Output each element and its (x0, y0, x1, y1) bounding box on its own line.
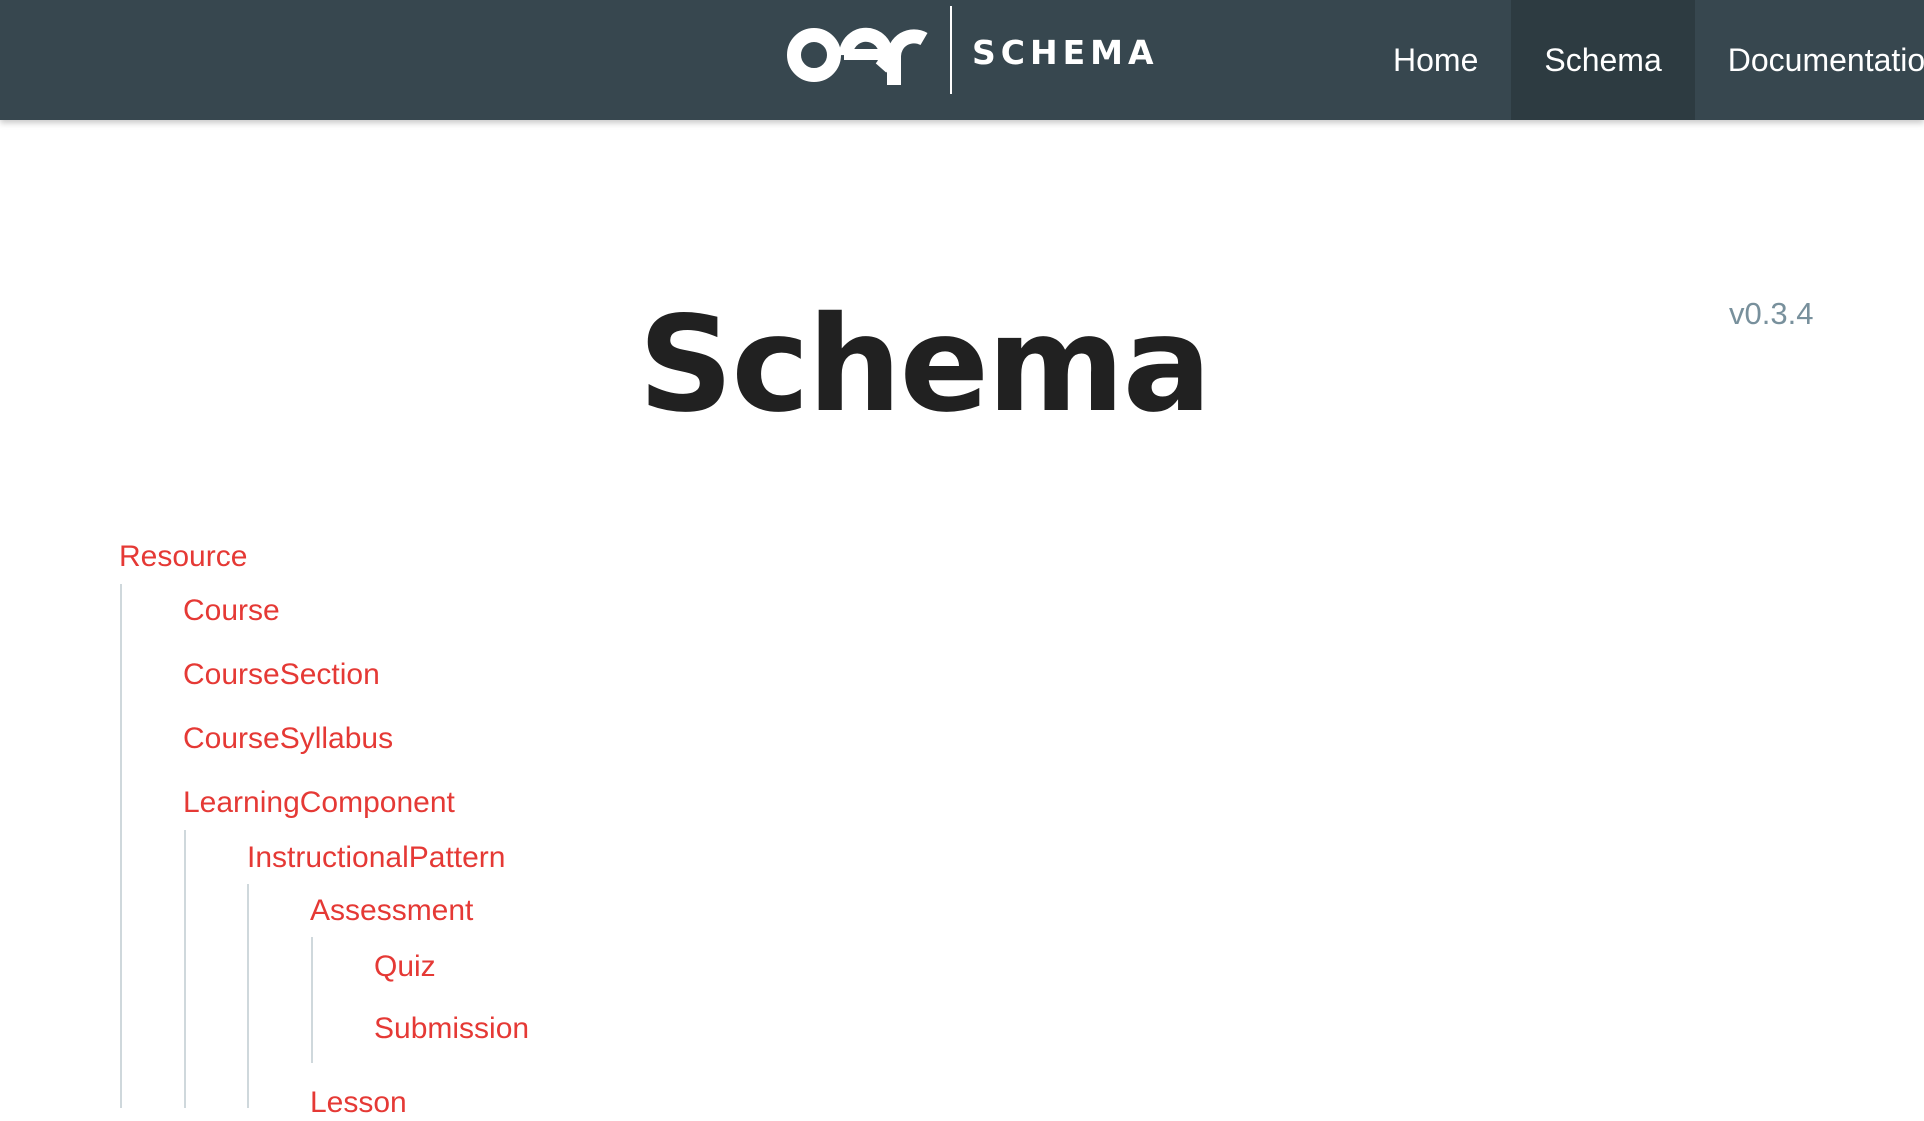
tree-item-coursesection[interactable]: CourseSection (183, 657, 380, 693)
tree-item-learningcomponent[interactable]: LearningComponent (183, 785, 455, 821)
tree-item-lesson[interactable]: Lesson (310, 1085, 407, 1121)
tree-guide-line (247, 884, 249, 1108)
tree-item-submission[interactable]: Submission (374, 1011, 529, 1047)
tree-item-instructionalpattern[interactable]: InstructionalPattern (247, 840, 505, 876)
tree-guide-line (311, 937, 313, 1063)
tree-guide-line (120, 584, 122, 1108)
tree-item-course[interactable]: Course (183, 593, 280, 629)
tree-item-resource[interactable]: Resource (119, 539, 247, 575)
schema-tree: Resource Course CourseSection CourseSyll… (0, 0, 1924, 1119)
tree-guide-line (184, 830, 186, 1108)
tree-item-assessment[interactable]: Assessment (310, 893, 473, 929)
tree-item-quiz[interactable]: Quiz (374, 949, 436, 985)
tree-item-coursesyllabus[interactable]: CourseSyllabus (183, 721, 393, 757)
